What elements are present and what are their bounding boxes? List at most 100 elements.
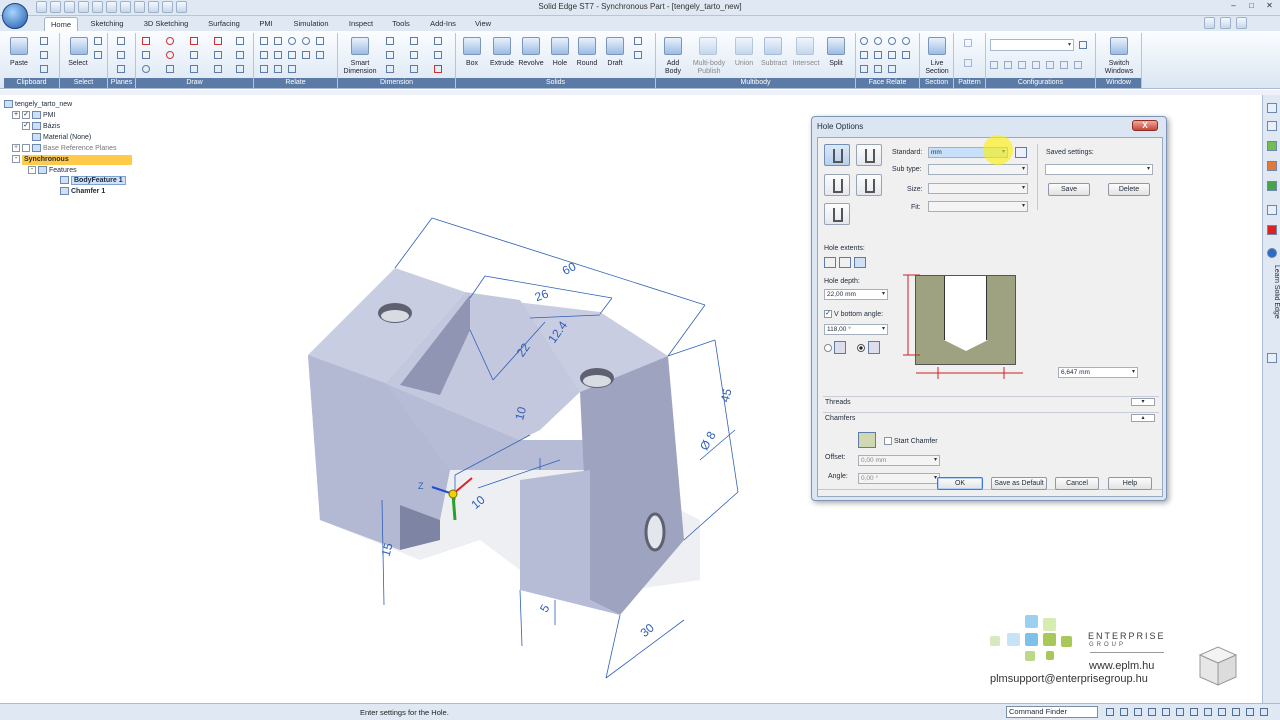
- threads-expand-icon[interactable]: ▾: [1131, 398, 1155, 406]
- v-bottom-value: 118,00 °: [827, 326, 851, 333]
- dock-icon-7[interactable]: [1267, 353, 1277, 363]
- extent-through-next-icon[interactable]: [824, 257, 836, 268]
- hole-type-counterbore[interactable]: [824, 174, 850, 196]
- dim-diameter-8[interactable]: Ø 8: [697, 429, 719, 453]
- divider: [1037, 144, 1038, 210]
- top-hole-right-inner: [583, 375, 611, 387]
- subtype-select[interactable]: ▾: [928, 164, 1028, 175]
- help-button[interactable]: Help: [1108, 477, 1152, 490]
- saved-settings-select[interactable]: ▾: [1045, 164, 1153, 175]
- dialog-body: Standard: mm ▾ Sub type: ▾ Size: ▾ Fit: ▾…: [817, 137, 1163, 497]
- v-bottom-label: V bottom angle:: [834, 310, 884, 318]
- dim-26[interactable]: 26: [533, 286, 551, 304]
- logo-square: [1025, 615, 1038, 628]
- zoom-area-icon[interactable]: [1120, 708, 1128, 716]
- company-name: ENTERPRISE: [1088, 631, 1166, 641]
- rotate-icon[interactable]: [1176, 708, 1184, 716]
- dock-icon-1[interactable]: [1267, 103, 1277, 113]
- hole-type-threaded[interactable]: [856, 144, 882, 166]
- pan-icon[interactable]: [1162, 708, 1170, 716]
- hole-depth-dropdown-icon: ▾: [881, 291, 885, 297]
- youtube-icon[interactable]: [1267, 225, 1277, 235]
- standard-options-icon[interactable]: [1015, 147, 1027, 158]
- view-cube[interactable]: [1194, 641, 1240, 687]
- v-bottom-radio[interactable]: [857, 344, 865, 352]
- status-message: Enter settings for the Hole.: [360, 708, 449, 717]
- view-orientation-icon[interactable]: [1190, 708, 1198, 716]
- status-bar: Enter settings for the Hole. Command Fin…: [0, 703, 1280, 720]
- offset-input[interactable]: 0,00 mm ▾: [858, 455, 940, 466]
- logo-square: [990, 636, 1000, 646]
- logo-square: [1043, 633, 1056, 646]
- countersink-icon: [833, 208, 843, 222]
- start-chamfer-checkbox[interactable]: [884, 437, 892, 445]
- v-bottom-row[interactable]: ✓ V bottom angle:: [824, 310, 883, 318]
- dock-icon-6[interactable]: [1267, 205, 1277, 215]
- sketch-view-icon[interactable]: [1260, 708, 1268, 716]
- diagram-value-input[interactable]: 6,647 mm ▾: [1058, 367, 1138, 378]
- delete-settings-button[interactable]: Delete: [1108, 183, 1150, 196]
- v-bottom-dropdown-icon: ▾: [881, 326, 885, 332]
- cancel-button[interactable]: Cancel: [1055, 477, 1099, 490]
- hole-type-counterbore-threaded[interactable]: [856, 174, 882, 196]
- start-chamfer-row[interactable]: Start Chamfer: [884, 437, 938, 445]
- flat-bottom-radio[interactable]: [824, 344, 832, 352]
- threaded-hole-icon: [865, 149, 875, 163]
- dock-icon-5[interactable]: [1267, 181, 1277, 191]
- search-icon[interactable]: [1106, 708, 1114, 716]
- command-finder-input[interactable]: Command Finder: [1006, 706, 1098, 718]
- dim-5[interactable]: 5: [537, 602, 553, 615]
- dim-60[interactable]: 60: [560, 259, 579, 278]
- docking-sidebar: [1262, 95, 1280, 703]
- subtype-dropdown-icon: ▾: [1021, 166, 1025, 172]
- v-bottom-checkbox[interactable]: ✓: [824, 310, 832, 318]
- dock-icon-3[interactable]: [1267, 141, 1277, 151]
- hole-depth-input[interactable]: 22,00 mm ▾: [824, 289, 888, 300]
- company-url: www.eplm.hu: [1089, 660, 1155, 672]
- chamfer-preview-icon: [858, 432, 876, 448]
- dock-icon-2[interactable]: [1267, 121, 1277, 131]
- logo-divider: [1090, 652, 1164, 653]
- threads-section[interactable]: Threads ▾: [823, 396, 1159, 408]
- angle-input[interactable]: 0,00 ° ▾: [858, 473, 940, 484]
- top-hole-left-inner: [381, 310, 409, 322]
- side-hole: [644, 512, 666, 552]
- size-label: Size:: [907, 186, 923, 193]
- view-icon[interactable]: [1232, 708, 1240, 716]
- offset-dropdown-icon: ▾: [933, 457, 937, 463]
- saved-settings-label: Saved settings:: [1046, 149, 1094, 156]
- hole-type-simple[interactable]: [824, 144, 850, 166]
- diagram-value-dropdown-icon: ▾: [1131, 369, 1135, 375]
- axis-z-label: Z: [418, 481, 424, 491]
- counterbore-threaded-icon: [865, 179, 875, 193]
- dock-icon-4[interactable]: [1267, 161, 1277, 171]
- dim-45[interactable]: 45: [718, 387, 735, 404]
- help-circle-icon[interactable]: [1267, 248, 1277, 258]
- fit-select[interactable]: ▾: [928, 201, 1028, 212]
- chamfers-collapse-icon[interactable]: ▴: [1131, 414, 1155, 422]
- standard-label: Standard:: [892, 149, 923, 156]
- shading-icon[interactable]: [1204, 708, 1212, 716]
- size-select[interactable]: ▾: [928, 183, 1028, 194]
- logo-square: [1007, 633, 1020, 646]
- learn-solid-edge-tab[interactable]: Learn Solid Edge: [1264, 265, 1280, 335]
- diagram-dimensions: [903, 274, 1023, 379]
- hole-depth-label: Hole depth:: [824, 278, 860, 285]
- dialog-close-button[interactable]: X: [1132, 120, 1158, 131]
- fit-icon[interactable]: [1148, 708, 1156, 716]
- steering-wheel-origin[interactable]: [448, 489, 458, 499]
- named-views-icon[interactable]: [1246, 708, 1254, 716]
- application-button[interactable]: [2, 3, 28, 29]
- extent-finite-icon[interactable]: [854, 257, 866, 268]
- display-icon[interactable]: [1218, 708, 1226, 716]
- save-settings-button[interactable]: Save: [1048, 183, 1090, 196]
- ok-button[interactable]: OK: [937, 477, 983, 490]
- zoom-icon[interactable]: [1134, 708, 1142, 716]
- dim-30[interactable]: 30: [638, 620, 657, 640]
- save-as-default-button[interactable]: Save as Default: [991, 477, 1047, 490]
- hole-type-countersink[interactable]: [824, 203, 850, 225]
- v-bottom-input[interactable]: 118,00 ° ▾: [824, 324, 888, 335]
- extent-from-to-icon[interactable]: [839, 257, 851, 268]
- chamfers-section[interactable]: Chamfers ▴: [823, 412, 1159, 424]
- logo-square: [1046, 651, 1054, 660]
